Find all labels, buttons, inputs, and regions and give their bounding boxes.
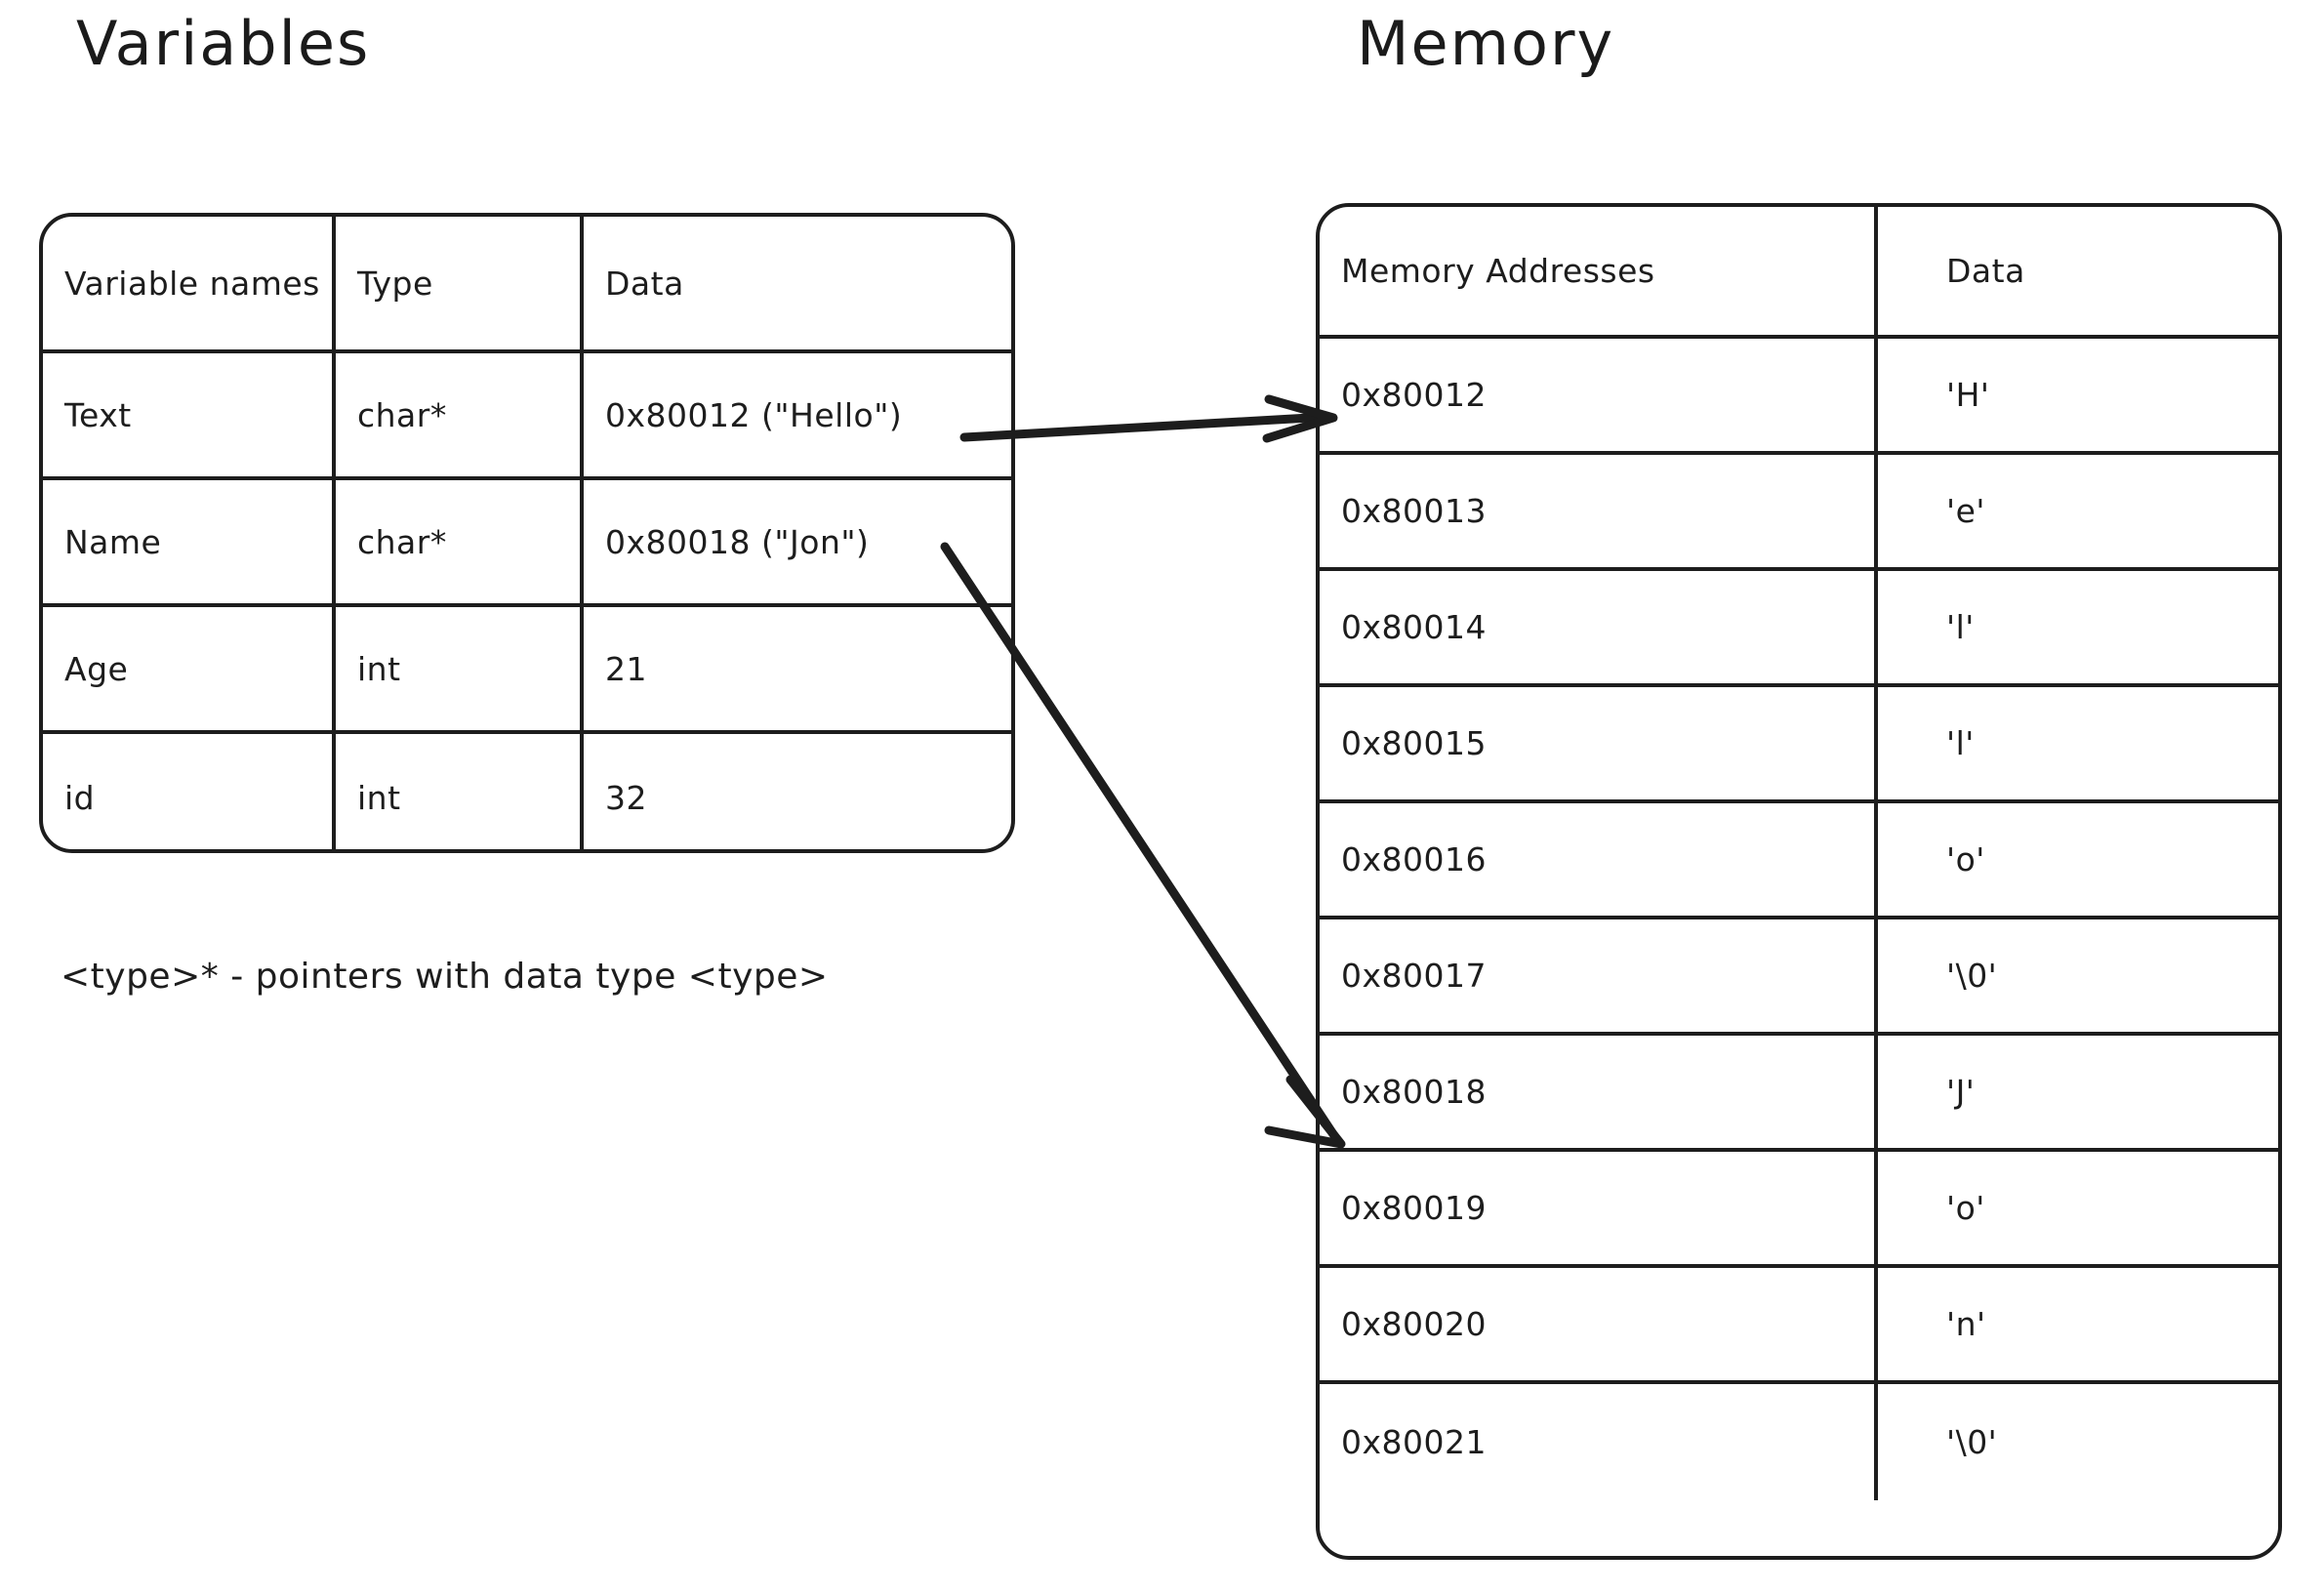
table-row: 0x80016 'o'	[1320, 803, 2278, 919]
memory-address-cell: 0x80020	[1320, 1268, 1878, 1380]
table-row: Age int 21	[43, 607, 1011, 734]
variable-data-cell: 0x80012 ("Hello")	[605, 395, 903, 434]
memory-address-cell: 0x80019	[1320, 1152, 1878, 1264]
variables-header-data: Data	[605, 264, 684, 303]
table-row: 0x80021 '\0'	[1320, 1384, 2278, 1500]
variable-data-cell: 32	[605, 778, 647, 817]
diagram-canvas: Variables Memory Variable names Type Dat…	[0, 0, 2324, 1593]
memory-section-title: Memory	[1357, 8, 1615, 79]
variables-header-type: Type	[336, 217, 584, 349]
memory-data-cell: 'J'	[1946, 1073, 1976, 1111]
memory-address-cell: 0x80021	[1320, 1384, 1878, 1500]
variable-name-cell: Name	[43, 480, 336, 603]
table-row: 0x80014 'l'	[1320, 571, 2278, 687]
memory-data-cell: 'l'	[1946, 724, 1975, 762]
variables-header-name: Variable names	[43, 217, 336, 349]
memory-address-cell: 0x80018	[1320, 1036, 1878, 1148]
table-row: Name char* 0x80018 ("Jon")	[43, 480, 1011, 607]
memory-address-cell: 0x80012	[1320, 339, 1878, 451]
variable-type-cell: int	[336, 734, 584, 849]
table-row: 0x80018 'J'	[1320, 1036, 2278, 1152]
memory-header-address: Memory Addresses	[1320, 207, 1878, 335]
memory-data-cell: '\0'	[1946, 957, 1998, 995]
variables-section-title: Variables	[76, 8, 371, 79]
memory-address-cell: 0x80014	[1320, 571, 1878, 683]
memory-data-cell: 'e'	[1946, 492, 1985, 530]
variable-data-cell: 21	[605, 649, 647, 688]
memory-data-cell: 'n'	[1946, 1305, 1986, 1343]
memory-table-header-row: Memory Addresses Data	[1320, 207, 2278, 339]
memory-address-cell: 0x80016	[1320, 803, 1878, 916]
table-row: Text char* 0x80012 ("Hello")	[43, 353, 1011, 480]
memory-address-cell: 0x80017	[1320, 919, 1878, 1032]
memory-table: Memory Addresses Data 0x80012 'H' 0x8001…	[1316, 203, 2282, 1560]
memory-header-data: Data	[1946, 252, 2025, 290]
variables-table-header-row: Variable names Type Data	[43, 217, 1011, 353]
table-row: 0x80020 'n'	[1320, 1268, 2278, 1384]
pointer-notation-footnote: <type>* - pointers with data type <type>	[61, 957, 829, 997]
variable-name-cell: id	[43, 734, 336, 849]
variable-name-cell: Text	[43, 353, 336, 476]
variable-data-cell: 0x80018 ("Jon")	[605, 522, 870, 561]
variable-type-cell: char*	[336, 353, 584, 476]
memory-data-cell: 'l'	[1946, 608, 1975, 646]
variable-type-cell: int	[336, 607, 584, 730]
memory-address-cell: 0x80013	[1320, 455, 1878, 567]
table-row: 0x80013 'e'	[1320, 455, 2278, 571]
variables-table: Variable names Type Data Text char* 0x80…	[39, 213, 1015, 853]
table-row: 0x80015 'l'	[1320, 687, 2278, 803]
memory-data-cell: 'o'	[1946, 840, 1985, 878]
table-row: 0x80017 '\0'	[1320, 919, 2278, 1036]
table-row: 0x80019 'o'	[1320, 1152, 2278, 1268]
variable-name-cell: Age	[43, 607, 336, 730]
memory-address-cell: 0x80015	[1320, 687, 1878, 799]
table-row: 0x80012 'H'	[1320, 339, 2278, 455]
memory-data-cell: '\0'	[1946, 1423, 1998, 1461]
table-row: id int 32	[43, 734, 1011, 849]
variable-type-cell: char*	[336, 480, 584, 603]
text-pointer-arrow	[959, 394, 1338, 443]
memory-data-cell: 'o'	[1946, 1189, 1985, 1227]
memory-data-cell: 'H'	[1946, 376, 1990, 414]
